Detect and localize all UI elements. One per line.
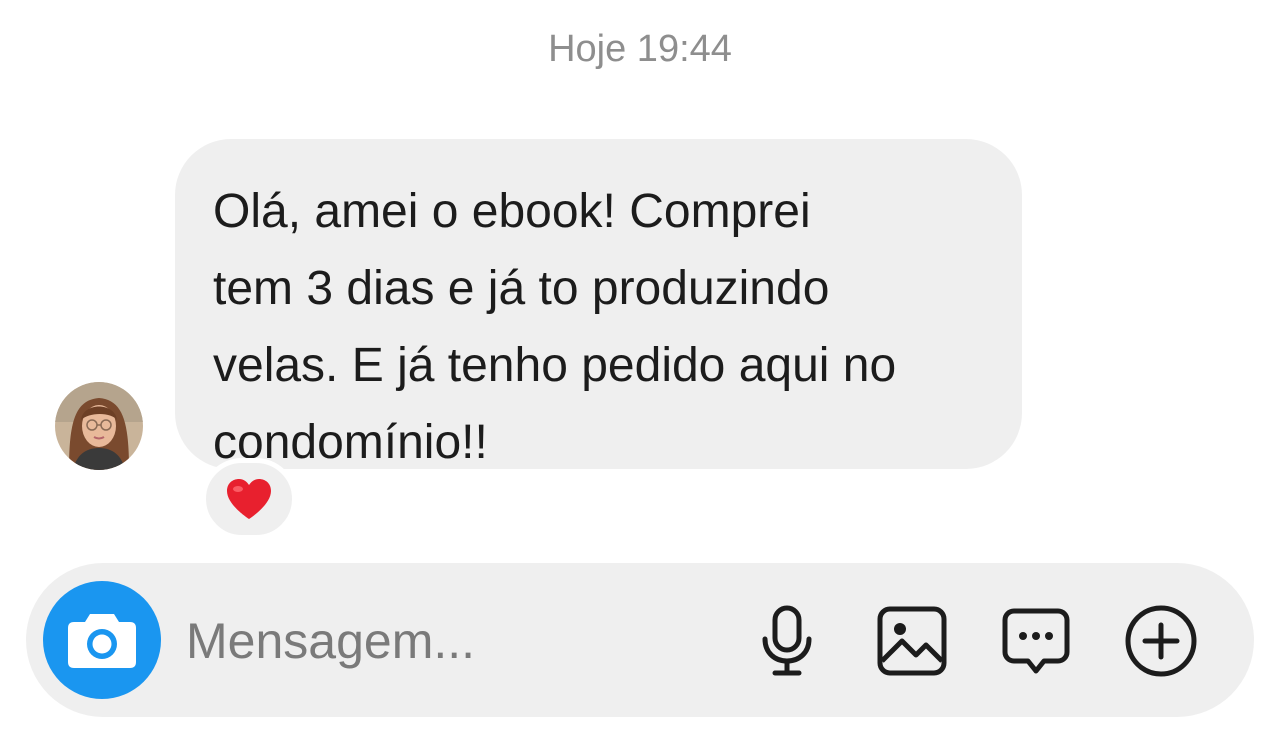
avatar[interactable] [55,382,143,470]
chat-bubble-icon [1002,608,1070,674]
message-input[interactable] [186,599,706,683]
heart-icon [227,479,271,519]
microphone-icon [762,605,812,676]
avatar-photo-image [55,382,143,470]
camera-button[interactable] [43,581,161,699]
image-icon [877,606,947,676]
message-timestamp: Hoje 19:44 [548,28,732,70]
plus-circle-icon [1125,605,1197,677]
reaction-badge[interactable] [201,458,297,540]
message-composer [26,563,1254,717]
message-text: Olá, amei o ebook! Comprei tem 3 dias e … [213,185,897,469]
sticker-button[interactable] [998,603,1074,679]
gallery-button[interactable] [874,603,950,679]
message-bubble[interactable]: Olá, amei o ebook! Comprei tem 3 dias e … [175,139,1022,469]
camera-icon [68,614,136,668]
plus-button[interactable] [1123,603,1199,679]
chat-screen: Hoje 19:44 Olá, amei o ebook! Comprei te… [0,0,1280,740]
microphone-button[interactable] [749,603,825,679]
